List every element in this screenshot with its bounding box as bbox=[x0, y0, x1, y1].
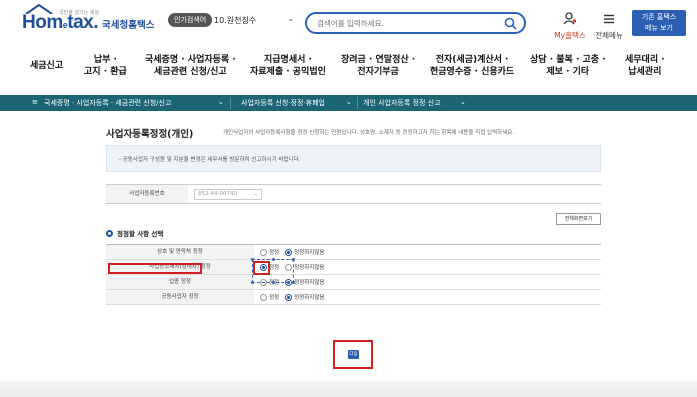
main-nav: 세금신고 납부 · 고지 · 환급 국세증명 · 사업자등록 · 세금관련 신청… bbox=[0, 48, 697, 88]
option-radio-group: 정정 정정하지않음 bbox=[260, 248, 331, 256]
page-title: 사업자등록정정(개인) bbox=[106, 129, 194, 140]
all-menu-label: 전체메뉴 bbox=[595, 31, 623, 40]
top-header: 국민을 섬기는 세상 Hometax. 국세청홈택스 인기검색어 10.원천징수… bbox=[0, 0, 697, 44]
nav-item-label: 세금관련 신청/신고 bbox=[154, 67, 227, 77]
radio-correct-label: 정정 bbox=[269, 250, 280, 256]
nav-item-label: 국세증명 · 사업자등록 · bbox=[145, 55, 236, 65]
breadcrumb: ≡ 국세증명 · 사업자등록 · 세금관련 신청/신고 ⌄ 사업자등록 신청·정… bbox=[0, 95, 697, 111]
nav-item-label: 전자기부금 bbox=[357, 67, 399, 77]
chevron-down-icon[interactable]: ⌄ bbox=[346, 98, 352, 106]
legacy-menu-line1: 기존 홈택스 bbox=[641, 13, 677, 21]
user-icon bbox=[563, 12, 577, 25]
popular-search-badge: 인기검색어 bbox=[168, 13, 213, 27]
my-hometax-button[interactable]: My홈택스 bbox=[552, 10, 588, 41]
menu-icon[interactable]: ≡ bbox=[32, 98, 38, 106]
resize-handle[interactable] bbox=[272, 258, 275, 261]
resize-handle[interactable] bbox=[292, 281, 295, 284]
resize-handle[interactable] bbox=[251, 281, 254, 284]
registration-number-select[interactable]: 852-44-00740 ⌄ bbox=[194, 189, 262, 200]
breadcrumb-divider bbox=[230, 97, 231, 109]
nav-item-incentive[interactable]: 장려금 · 연말정산 · 전자기부금 bbox=[341, 54, 415, 78]
house-roof-icon bbox=[25, 4, 53, 14]
section-title: 정정할 사항 선택 bbox=[106, 228, 163, 238]
notice-text: - 공동사업자 구성원 및 지분율 변경은 세무서를 방문하여 신고하시기 바랍… bbox=[119, 157, 301, 163]
radio-correct[interactable] bbox=[260, 248, 267, 256]
notice-box: - 공동사업자 구성원 및 지분율 변경은 세무서를 방문하여 신고하시기 바랍… bbox=[106, 145, 601, 172]
footer-shade bbox=[0, 381, 697, 397]
nav-item-consult[interactable]: 상담 · 불복 · 고충 · 제보 · 기타 bbox=[530, 54, 606, 78]
chevron-down-icon[interactable]: ⌄ bbox=[460, 98, 466, 106]
highlight-box bbox=[253, 261, 270, 275]
nav-item-e-invoice[interactable]: 전자(세금)계산서 · 현금영수증 · 신용카드 bbox=[430, 54, 514, 78]
option-label: 업종 정정 bbox=[106, 275, 254, 289]
nav-item-statement[interactable]: 지급명세서 · 자료제출 · 공익법인 bbox=[250, 54, 326, 78]
nav-item-payment[interactable]: 납부 · 고지 · 환급 bbox=[84, 54, 127, 78]
section-title-text: 정정할 사항 선택 bbox=[117, 230, 164, 238]
nav-item-agent[interactable]: 세무대리 · 납세관리 bbox=[625, 54, 665, 78]
nav-item-label: 전자(세금)계산서 · bbox=[435, 55, 509, 65]
resize-handle[interactable] bbox=[272, 281, 275, 284]
option-radio-group: 정정 정정하지않음 bbox=[260, 293, 331, 301]
table-row: 상호 및 연락처 정정 정정 정정하지않음 bbox=[106, 245, 601, 260]
nav-item-label: 지급명세서 · bbox=[263, 55, 312, 65]
nav-item-label: 제보 · 기타 bbox=[546, 67, 590, 77]
nav-item-label: 장려금 · 연말정산 · bbox=[341, 55, 416, 65]
nav-item-label: 자료제출 · 공익법인 bbox=[250, 67, 326, 77]
search-input[interactable] bbox=[317, 17, 487, 30]
radio-no-correct-label: 정정하지않음 bbox=[294, 295, 325, 301]
search-box bbox=[305, 12, 526, 34]
nav-item-tax-filing[interactable]: 세금신고 bbox=[30, 60, 63, 72]
next-button[interactable]: 다음 bbox=[348, 350, 359, 359]
page-description: 개인사업자의 사업자등록사항을 정정 신청하는 민원입니다. 상호명, 소재지 … bbox=[223, 130, 515, 136]
nav-item-certificate[interactable]: 국세증명 · 사업자등록 · 세금관련 신청/신고 bbox=[145, 54, 236, 78]
nav-item-label: 세무대리 · bbox=[625, 55, 665, 65]
resize-handle[interactable] bbox=[292, 258, 295, 261]
hamburger-icon bbox=[604, 14, 614, 24]
view-all-button[interactable]: 전체화면보기 bbox=[556, 213, 601, 225]
nav-item-label: 납세관리 bbox=[628, 67, 662, 77]
registration-number-label: 사업자등록번호 bbox=[106, 185, 188, 203]
radio-no-correct-label: 정정하지않음 bbox=[294, 250, 325, 256]
table-row: 공동사업자 정정 정정 정정하지않음 bbox=[106, 290, 601, 305]
breadcrumb-item-2[interactable]: 사업자등록 신청·정정·휴폐업 bbox=[241, 98, 325, 108]
bullet-icon bbox=[106, 229, 113, 237]
breadcrumb-divider bbox=[357, 97, 358, 109]
option-label: 공동사업자 정정 bbox=[106, 290, 254, 304]
table-row: 업종 정정 정정 정정하지않음 bbox=[106, 275, 601, 290]
logo-tagline: 국민을 섬기는 세상 bbox=[59, 10, 99, 16]
legacy-menu-line2: 메뉴 보기 bbox=[645, 24, 673, 32]
radio-correct-label: 정정 bbox=[269, 295, 280, 301]
page: 국민을 섬기는 세상 Hometax. 국세청홈택스 인기검색어 10.원천징수… bbox=[0, 0, 697, 397]
highlight-box bbox=[108, 263, 202, 274]
radio-no-correct[interactable] bbox=[285, 293, 293, 301]
my-hometax-label: My홈택스 bbox=[554, 31, 586, 40]
registration-number-value: 852-44-00740 bbox=[198, 191, 237, 197]
correction-options-table: 상호 및 연락처 정정 정정 정정하지않음 사업장소재지(임대차) 정정 정정 … bbox=[106, 244, 601, 305]
nav-item-label: 납부 · bbox=[93, 55, 117, 65]
legacy-menu-button[interactable]: 기존 홈택스 메뉴 보기 bbox=[632, 10, 686, 36]
radio-correct[interactable] bbox=[260, 293, 267, 301]
radio-no-correct-label: 정정하지않음 bbox=[294, 280, 325, 286]
nav-item-label: 현금영수증 · 신용카드 bbox=[430, 67, 515, 77]
all-menu-button[interactable]: 전체메뉴 bbox=[592, 10, 626, 41]
nav-item-label: 고지 · 환급 bbox=[84, 67, 127, 77]
hometax-logo[interactable]: 국민을 섬기는 세상 Hometax. 국세청홈택스 bbox=[22, 4, 155, 34]
highlight-box: 다음 bbox=[333, 340, 373, 369]
radio-no-correct[interactable] bbox=[285, 248, 293, 256]
search-icon[interactable] bbox=[504, 17, 517, 30]
breadcrumb-item-3[interactable]: 개인 사업자등록 정정 신고 bbox=[363, 98, 441, 108]
nav-item-label: 세금신고 bbox=[30, 61, 64, 71]
option-label: 상호 및 연락처 정정 bbox=[106, 245, 254, 259]
logo-subtitle: 국세청홈택스 bbox=[102, 20, 155, 31]
popular-search-word[interactable]: 10.원천징수 bbox=[214, 15, 256, 26]
chevron-down-icon[interactable]: ⌄ bbox=[218, 98, 224, 106]
breadcrumb-item-1[interactable]: 국세증명 · 사업자등록 · 세금관련 신청/신고 bbox=[44, 98, 171, 108]
chevron-down-icon: ⌄ bbox=[253, 191, 258, 197]
radio-no-correct-label: 정정하지않음 bbox=[294, 265, 325, 271]
chevron-down-icon[interactable]: ⌄ bbox=[287, 14, 295, 24]
nav-item-label: 상담 · 불복 · 고충 · bbox=[530, 55, 606, 65]
registration-number-row: 사업자등록번호 852-44-00740 ⌄ bbox=[106, 184, 601, 204]
